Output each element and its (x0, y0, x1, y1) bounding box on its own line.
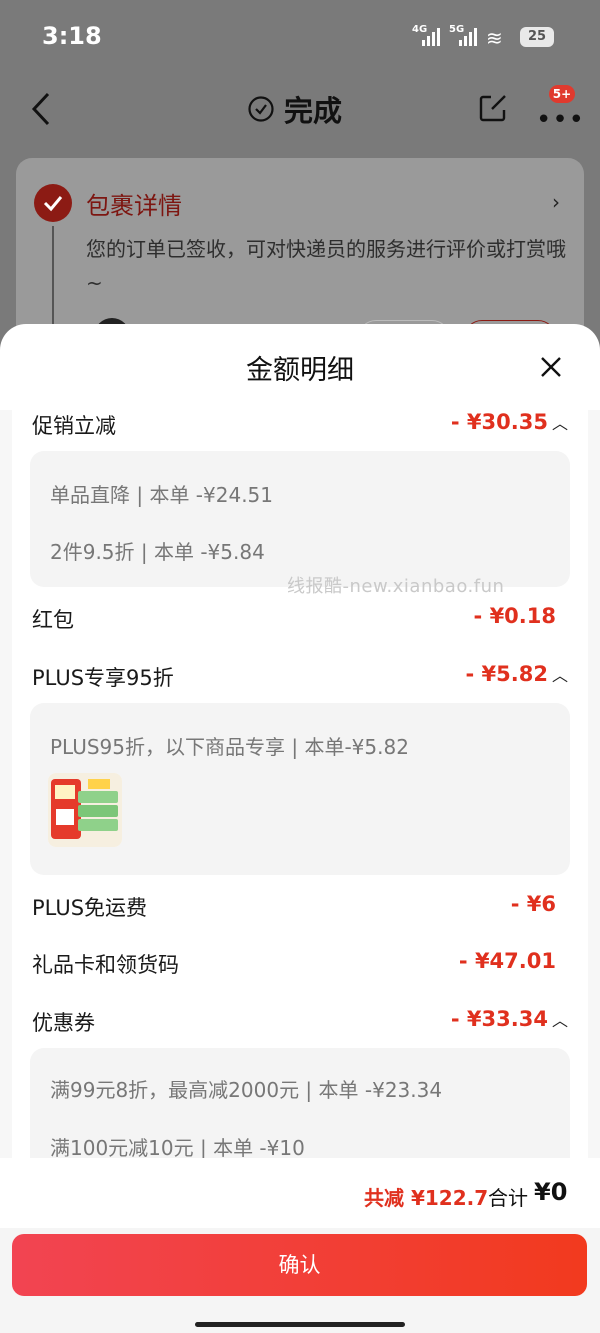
signal-icon (422, 28, 440, 46)
row-amount-redpacket: - ¥0.18 (473, 604, 556, 628)
wifi-icon: ≋ (486, 26, 503, 50)
status-bar: 3:18 4G 5G ≋ 25 (0, 0, 600, 75)
detail-list[interactable]: 促销立减 - ¥30.35 ︿ 单品直降 | 本单 -¥24.51 2件9.5折 … (0, 410, 600, 1158)
coupon-detail-2: 满100元减10元 | 本单 -¥10 (50, 1136, 305, 1158)
row-label-giftcard: 礼品卡和领货码 (32, 953, 179, 977)
package-title: 包裹详情 (86, 192, 182, 220)
product-thumbnail[interactable] (48, 773, 122, 847)
top-bar: 完成 ••• 5+ (0, 75, 600, 145)
row-amount-coupon[interactable]: - ¥33.34 ︿ (451, 1007, 568, 1031)
row-amount-giftcard: - ¥47.01 (458, 949, 556, 973)
watermark: 线报酷-new.xianbao.fun (287, 576, 505, 597)
plus-detail-text: PLUS95折，以下商品专享 | 本单-¥5.82 (50, 735, 409, 759)
row-amount-plus-shipping: - ¥6 (510, 892, 556, 916)
chevron-up-icon: ︿ (551, 414, 568, 433)
row-label-redpacket: 红包 (32, 608, 74, 632)
row-amount-plus-discount[interactable]: - ¥5.82 ︿ (466, 662, 568, 686)
promo-detail-box: 单品直降 | 本单 -¥24.51 2件9.5折 | 本单 -¥5.84 (30, 451, 570, 587)
row-label-promo: 促销立减 (32, 414, 116, 438)
chevron-up-icon: ︿ (551, 666, 568, 685)
close-icon[interactable] (540, 356, 562, 378)
order-status-title: 完成 (248, 89, 342, 129)
confirm-area: 确认 (0, 1228, 600, 1333)
signal-icon-2 (459, 28, 477, 46)
confirm-button[interactable]: 确认 (12, 1234, 587, 1296)
package-check-icon (34, 184, 72, 222)
more-icon[interactable]: ••• (536, 105, 585, 135)
plus-detail-box: PLUS95折，以下商品专享 | 本单-¥5.82 (30, 703, 570, 875)
coupon-detail-box: 满99元8折，最高减2000元 | 本单 -¥23.34 满100元减10元 |… (30, 1048, 570, 1158)
total-value: ¥0 (534, 1178, 568, 1206)
total-reduction: 共减 ¥122.7 (364, 1186, 489, 1210)
row-label-coupon: 优惠券 (32, 1011, 95, 1035)
chevron-right-icon[interactable]: › (552, 190, 560, 214)
totals-bar: 共减 ¥122.7 合计 ¥0 (0, 1158, 600, 1228)
package-status-text: 您的订单已签收，可对快递员的服务进行评价或打赏哦~ (86, 237, 566, 295)
promo-detail-1: 单品直降 | 本单 -¥24.51 (50, 483, 274, 507)
share-icon[interactable] (478, 93, 508, 123)
row-label-plus-shipping: PLUS免运费 (32, 896, 148, 920)
row-amount-promo[interactable]: - ¥30.35 ︿ (451, 410, 568, 434)
notification-badge: 5+ (549, 85, 575, 103)
coupon-detail-1: 满99元8折，最高减2000元 | 本单 -¥23.34 (50, 1078, 443, 1102)
detail-list-inner: 促销立减 - ¥30.35 ︿ 单品直降 | 本单 -¥24.51 2件9.5折 … (12, 410, 588, 1158)
check-circle-icon (248, 96, 274, 122)
chevron-up-icon: ︿ (551, 1011, 568, 1030)
row-label-plus-discount: PLUS专享95折 (32, 666, 174, 690)
total-label: 合计 (488, 1186, 528, 1210)
promo-detail-2: 2件9.5折 | 本单 -¥5.84 (50, 540, 265, 564)
timeline-line (52, 226, 54, 336)
status-time: 3:18 (42, 22, 102, 50)
amount-detail-sheet: 金额明细 促销立减 - ¥30.35 ︿ 单品直降 | 本单 -¥24.51 2件… (0, 324, 600, 1333)
sheet-title: 金额明细 (246, 355, 354, 386)
back-arrow-icon[interactable] (30, 91, 52, 127)
home-indicator[interactable] (195, 1322, 405, 1327)
battery-icon: 25 (520, 27, 554, 47)
page-title: 完成 (284, 94, 343, 128)
